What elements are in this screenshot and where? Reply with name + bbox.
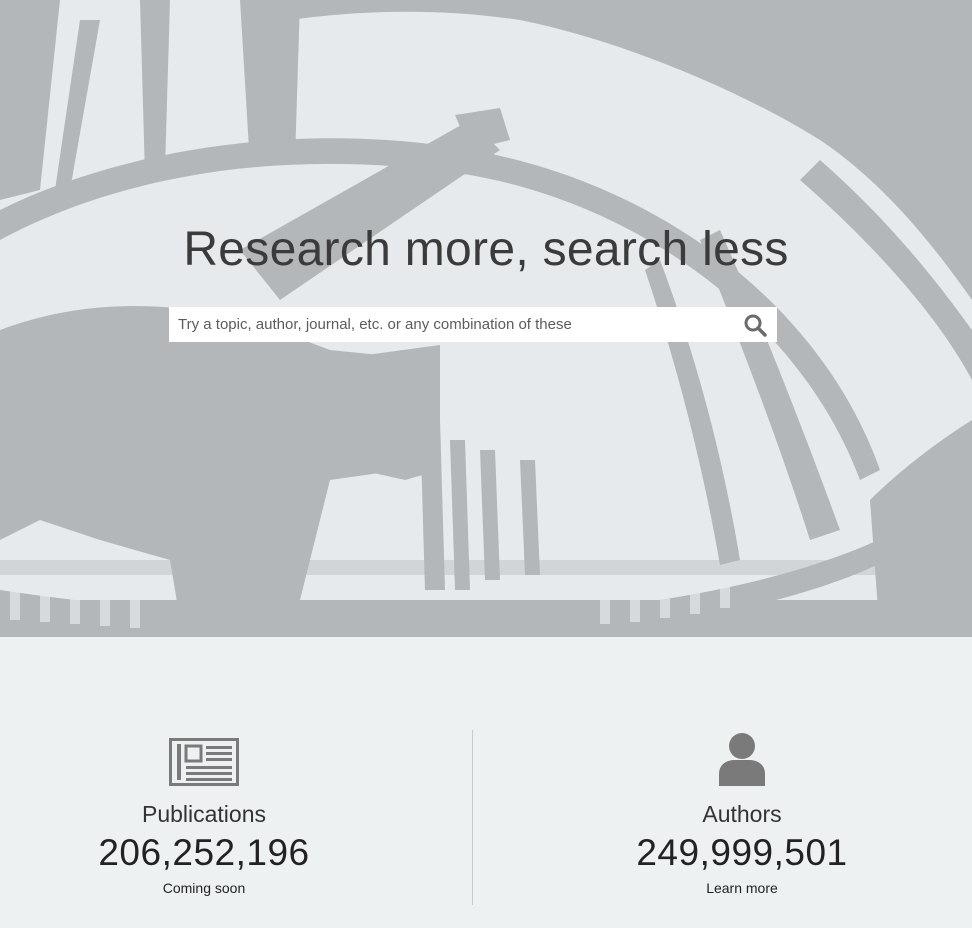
hero-banner: Research more, search less	[0, 0, 972, 637]
person-icon	[719, 733, 765, 786]
search-input[interactable]	[169, 307, 729, 342]
authors-count: 249,999,501	[636, 832, 848, 873]
publications-link[interactable]: Coming soon	[163, 880, 246, 896]
stats-divider	[472, 730, 473, 905]
search-bar	[169, 307, 777, 342]
publications-label: Publications	[141, 801, 267, 827]
authors-label: Authors	[702, 801, 782, 827]
authors-stat: Authors 249,999,501 Learn more	[542, 732, 942, 898]
hero-headline: Research more, search less	[183, 223, 789, 276]
search-icon	[744, 314, 767, 337]
authors-link[interactable]: Learn more	[706, 880, 778, 896]
newspaper-icon	[169, 738, 239, 786]
search-button[interactable]	[741, 311, 769, 339]
stats-section: Publications 206,252,196 Coming soon Aut…	[0, 637, 972, 928]
publications-count: 206,252,196	[98, 832, 310, 873]
publications-stat: Publications 206,252,196 Coming soon	[4, 732, 404, 898]
